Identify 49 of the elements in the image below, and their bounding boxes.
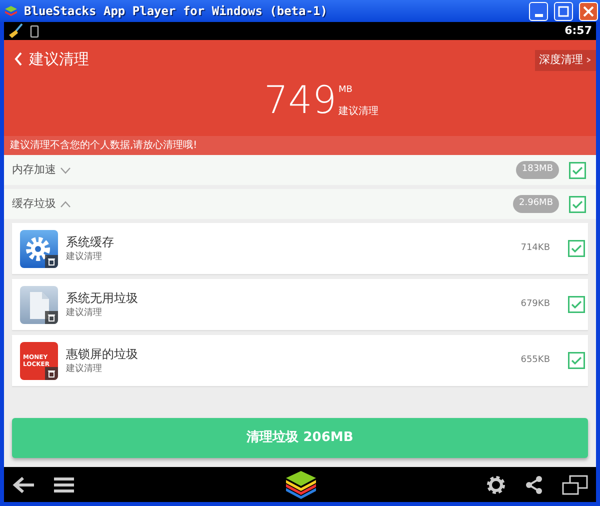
settings-icon[interactable] — [486, 474, 506, 494]
deep-clean-button[interactable]: 深度清理 — [535, 50, 596, 70]
unit-label: MB — [338, 84, 354, 97]
app-logo-icon — [4, 5, 18, 17]
close-button[interactable] — [579, 2, 598, 20]
list-item-card[interactable]: 系统无用垃圾 建议清理 679KB — [12, 279, 588, 330]
clock: 6:57 — [564, 22, 592, 39]
section-label: 内存加速 — [12, 162, 56, 178]
close-icon — [582, 4, 595, 18]
broom-icon — [8, 23, 24, 39]
notice-text: 建议清理不含您的个人数据,请放心清理哦! — [4, 136, 596, 155]
size-badge: 2.96MB — [513, 195, 559, 213]
phone-icon — [30, 24, 39, 38]
app-logo-icon[interactable] — [284, 470, 318, 500]
back-button[interactable]: 建议清理 — [14, 48, 89, 70]
item-size: 679KB — [520, 298, 550, 311]
list-item-card[interactable]: 系统缓存 建议清理 714KB — [12, 223, 588, 274]
window-mode-icon[interactable] — [562, 474, 588, 494]
item-title: 系统无用垃圾 — [66, 290, 138, 307]
total-amount: 749 — [264, 78, 337, 122]
checkbox[interactable] — [568, 296, 585, 313]
item-size: 655KB — [520, 354, 550, 367]
document-icon — [20, 286, 58, 324]
section-label: 缓存垃圾 — [12, 196, 56, 212]
size-badge: 183MB — [516, 161, 559, 179]
chevron-icon[interactable] — [60, 166, 71, 174]
maximize-icon — [557, 4, 570, 18]
back-icon[interactable] — [12, 476, 36, 494]
checkbox[interactable] — [569, 162, 586, 178]
item-title: 系统缓存 — [66, 234, 114, 251]
menu-icon[interactable] — [54, 476, 74, 492]
item-subtitle: 建议清理 — [66, 306, 103, 320]
item-subtitle: 建议清理 — [66, 250, 103, 264]
item-size: 714KB — [520, 242, 550, 255]
share-icon[interactable] — [524, 474, 544, 494]
item-title: 惠锁屏的垃圾 — [66, 346, 138, 363]
window-title: BlueStacks App Player for Windows (beta-1) — [24, 3, 328, 20]
minimize-icon — [534, 14, 542, 16]
minimize-button[interactable] — [529, 2, 548, 20]
chevron-icon[interactable] — [60, 200, 71, 208]
chevron-right-icon — [586, 56, 592, 63]
checkbox[interactable] — [568, 240, 585, 257]
maximize-button[interactable] — [554, 2, 573, 20]
amount-caption: 建议清理 — [338, 104, 379, 118]
checkbox[interactable] — [568, 352, 585, 369]
checkbox[interactable] — [569, 196, 586, 212]
gear-icon — [20, 230, 58, 268]
item-subtitle: 建议清理 — [66, 362, 103, 376]
chevron-left-icon — [14, 52, 23, 66]
